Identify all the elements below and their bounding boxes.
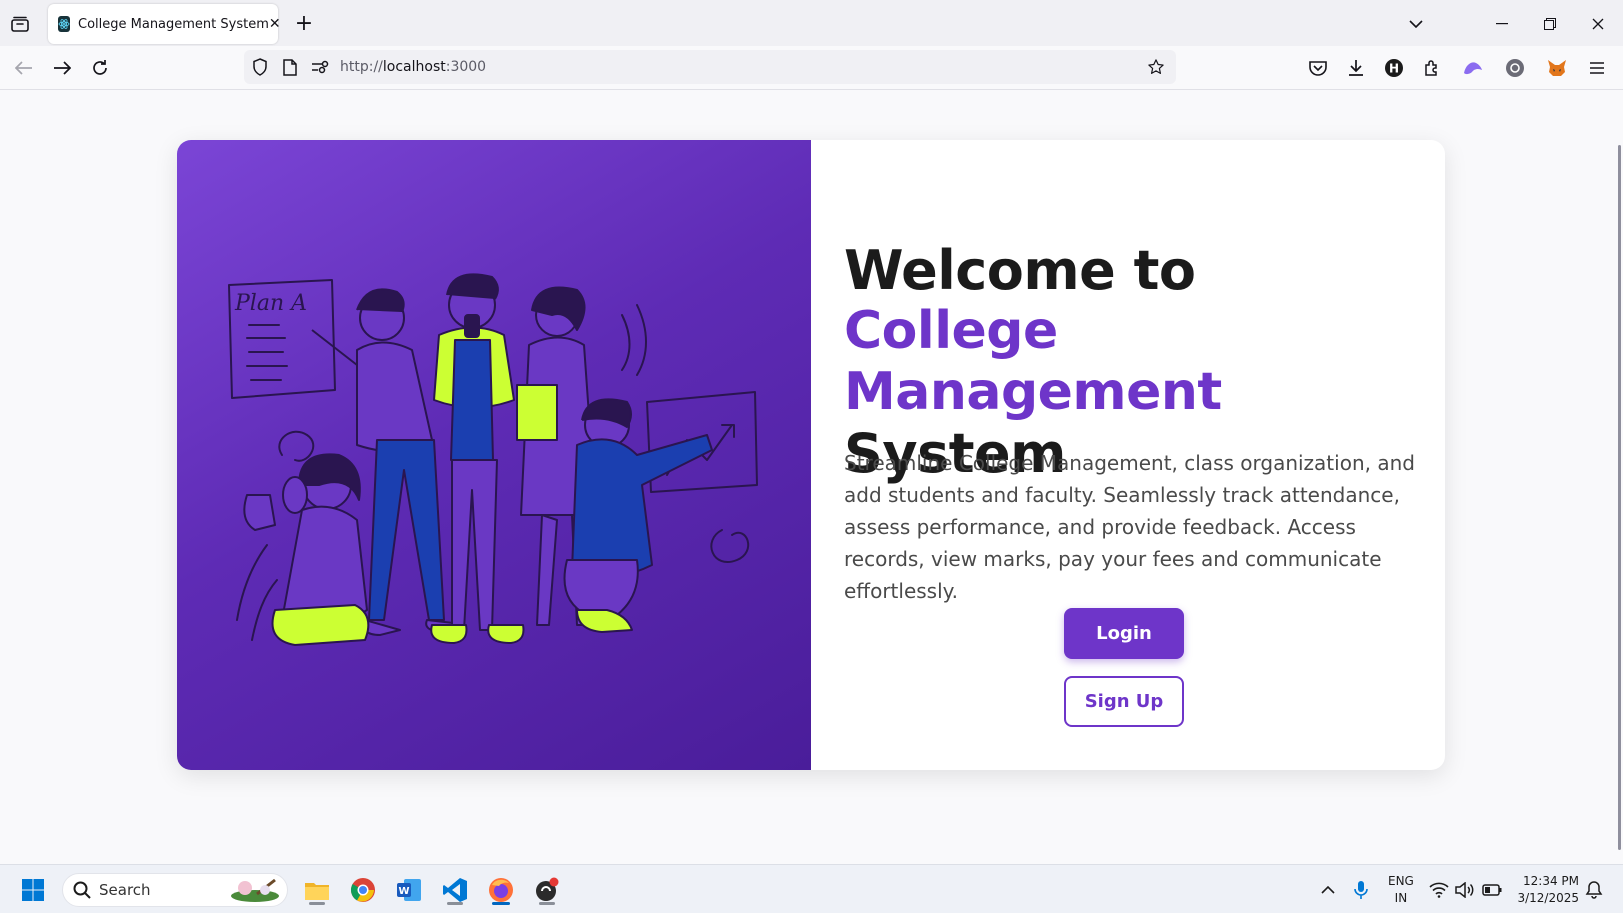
microphone-icon[interactable]	[1350, 875, 1372, 905]
metamask-fox-icon[interactable]	[1543, 54, 1571, 82]
shield-icon[interactable]	[246, 53, 274, 81]
welcome-content: Welcome to College Management System Str…	[844, 140, 1424, 770]
region-code: IN	[1394, 891, 1408, 905]
clock-date: 3/12/2025	[1517, 891, 1579, 905]
forward-arrow-icon[interactable]	[48, 54, 76, 82]
reload-icon[interactable]	[86, 54, 114, 82]
ai-extension-icon[interactable]	[1459, 54, 1487, 82]
page-icon[interactable]	[276, 53, 304, 81]
wifi-icon[interactable]	[1428, 875, 1450, 905]
tab-title: College Management System	[78, 16, 269, 32]
url-host: localhost	[382, 59, 446, 75]
menu-hamburger-icon[interactable]	[1583, 54, 1611, 82]
permissions-icon[interactable]	[306, 53, 334, 81]
taskbar-search-label: Search	[99, 881, 151, 899]
new-tab-button[interactable]: +	[292, 12, 316, 36]
vertical-scrollbar[interactable]	[1618, 145, 1621, 850]
react-favicon-icon	[58, 16, 70, 32]
language-indicator[interactable]: ENG IN	[1388, 873, 1414, 907]
close-window-icon[interactable]	[1584, 10, 1612, 38]
download-icon[interactable]	[1342, 54, 1370, 82]
signup-button[interactable]: Sign Up	[1064, 676, 1184, 727]
firefox-icon[interactable]	[484, 873, 518, 907]
url-port: :3000	[445, 59, 487, 75]
url-prefix: http://	[340, 59, 383, 75]
welcome-card: Plan A Welcome to College Management Sys…	[177, 140, 1445, 770]
word-icon[interactable]: W	[392, 873, 426, 907]
login-button[interactable]: Login	[1064, 608, 1184, 659]
windows-start-icon[interactable]	[16, 873, 50, 907]
hero-illustration-panel: Plan A	[177, 140, 811, 770]
volume-icon[interactable]	[1454, 875, 1476, 905]
pocket-icon[interactable]	[1304, 54, 1332, 82]
search-highlight-icon	[231, 878, 279, 902]
back-arrow-icon[interactable]	[10, 54, 38, 82]
list-all-tabs-icon[interactable]	[8, 12, 32, 36]
restore-icon[interactable]	[1536, 10, 1564, 38]
notification-bell-icon[interactable]	[1582, 875, 1606, 905]
address-bar[interactable]: http://localhost:3000	[244, 50, 1176, 84]
account-circle-icon[interactable]	[1501, 54, 1529, 82]
extensions-icon[interactable]	[1418, 54, 1446, 82]
svg-text:W: W	[398, 886, 409, 897]
bookmark-star-icon[interactable]	[1142, 53, 1170, 81]
browser-tab-bar: College Management System ✕ +	[0, 0, 1623, 46]
svg-text:H: H	[1389, 62, 1399, 76]
recording-app-icon[interactable]	[530, 873, 564, 907]
h-extension-icon[interactable]: H	[1380, 54, 1408, 82]
file-explorer-icon[interactable]	[300, 873, 334, 907]
search-icon	[73, 881, 91, 899]
illustration-plan-label: Plan A	[234, 291, 307, 316]
language-code: ENG	[1388, 874, 1414, 888]
url-text[interactable]: http://localhost:3000	[340, 59, 1140, 75]
headline-accent: College Management	[844, 301, 1222, 422]
clock-time: 12:34 PM	[1523, 874, 1579, 888]
vscode-icon[interactable]	[438, 873, 472, 907]
headline-line-1: Welcome to	[844, 239, 1196, 302]
system-clock[interactable]: 12:34 PM 3/12/2025	[1517, 873, 1579, 907]
minimize-icon[interactable]	[1488, 10, 1516, 38]
page-description: Streamline College Management, class org…	[844, 451, 1415, 603]
tab-college-management[interactable]: College Management System ✕	[48, 4, 281, 44]
battery-icon[interactable]	[1480, 875, 1504, 905]
chrome-icon[interactable]	[346, 873, 380, 907]
students-illustration: Plan A	[228, 273, 758, 646]
show-hidden-icons-chevron-icon[interactable]	[1318, 875, 1338, 905]
taskbar-search-box[interactable]: Search	[62, 873, 288, 907]
browser-nav-bar: http://localhost:3000 H	[0, 46, 1623, 90]
chevron-down-icon[interactable]	[1402, 10, 1430, 38]
windows-taskbar: Search W ENG IN 12:34 PM 3/12/2025	[0, 864, 1623, 913]
close-tab-icon[interactable]: ✕	[269, 14, 281, 34]
